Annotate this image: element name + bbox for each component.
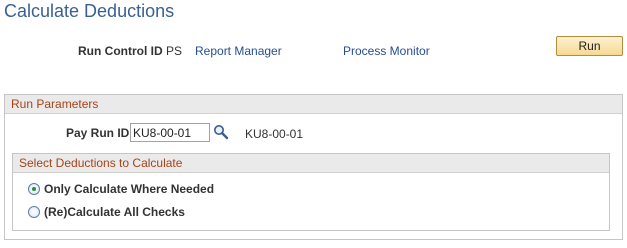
run-control-label: Run Control ID xyxy=(78,44,163,58)
option-label-recalculate-all: (Re)Calculate All Checks xyxy=(44,205,185,219)
run-control-value: PS xyxy=(166,44,183,58)
deductions-title: Select Deductions to Calculate xyxy=(19,156,183,170)
option-label-only-calculate: Only Calculate Where Needed xyxy=(44,182,215,196)
radio-only-calculate-needed[interactable] xyxy=(28,183,40,195)
pay-run-id-input[interactable] xyxy=(130,123,210,142)
report-manager-link[interactable]: Report Manager xyxy=(195,44,282,58)
pay-run-description: KU8-00-01 xyxy=(245,127,304,141)
run-parameters-header: Run Parameters xyxy=(5,95,622,114)
run-parameters-title: Run Parameters xyxy=(11,97,99,111)
deductions-header: Select Deductions to Calculate xyxy=(13,154,609,173)
pay-run-id-label: Pay Run ID xyxy=(66,126,130,140)
page-title: Calculate Deductions xyxy=(4,1,175,21)
process-monitor-link[interactable]: Process Monitor xyxy=(343,44,430,58)
magnifier-icon[interactable] xyxy=(213,124,229,140)
radio-recalculate-all[interactable] xyxy=(28,206,40,218)
run-button[interactable]: Run xyxy=(556,36,623,56)
